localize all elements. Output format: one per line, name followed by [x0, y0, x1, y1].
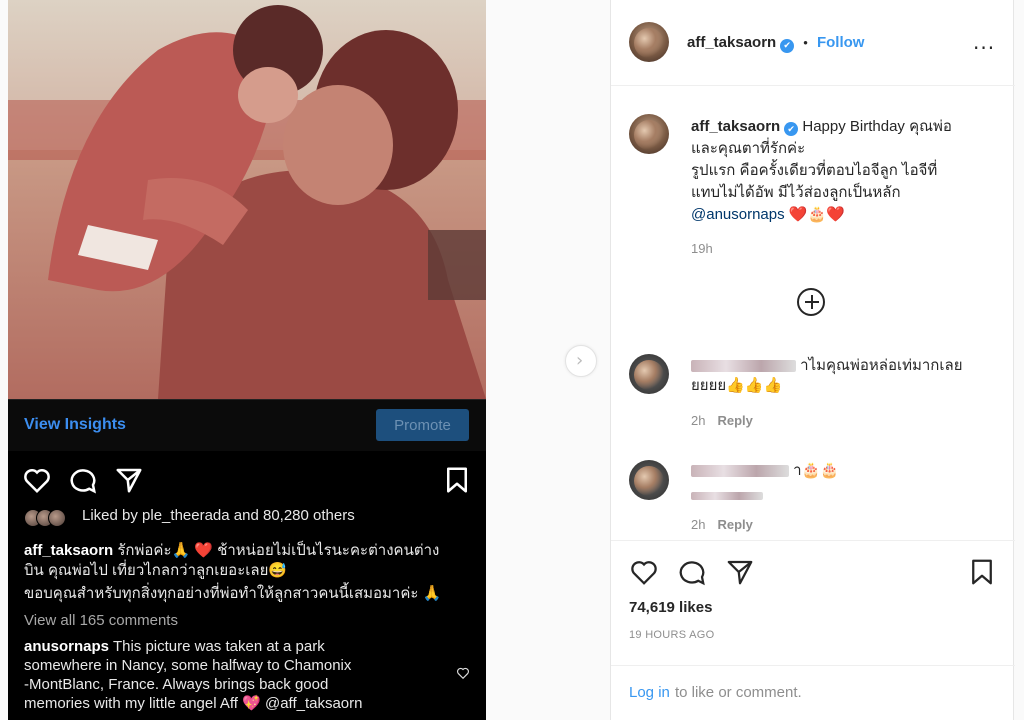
avatar[interactable] [629, 114, 669, 154]
phone-comment-line: -MontBlanc, France. Always brings back g… [24, 676, 329, 693]
chevron-right-icon: › [576, 350, 584, 371]
comment-time: 2h [691, 413, 706, 428]
comment-text: This picture was taken at a park [112, 638, 325, 655]
photo-illustration [8, 0, 486, 399]
post-header: aff_taksaorn ✔ • Follow ... [611, 0, 1015, 86]
caption-username[interactable]: aff_taksaorn [24, 542, 113, 559]
phone-caption-line: ขอบคุณสำหรับทุกสิ่งทุกอย่างที่พ่อทำให้ลู… [24, 585, 442, 602]
login-text: Log in to like or comment. [629, 682, 802, 701]
login-rest-text: to like or comment. [674, 684, 802, 701]
redacted-text [691, 491, 763, 500]
header-user-row: aff_taksaorn ✔ • Follow [687, 32, 864, 53]
avatar[interactable] [629, 460, 669, 500]
caption-line: aff_taksaorn ✔ Happy Birthday คุณพ่อ [691, 116, 991, 138]
follow-button[interactable]: Follow [817, 34, 865, 51]
phone-comment-line: somewhere in Nancy, some halfway to Cham… [24, 657, 352, 674]
post-caption: aff_taksaorn ✔ Happy Birthday คุณพ่อ และค… [691, 116, 991, 260]
post-image: View Insights Promote Liked by ple_theer… [8, 0, 486, 720]
caption-line: รูปแรก คือครั้งเดียวที่ตอบไอจีลูก ไอจีที… [691, 162, 938, 179]
vintage-photo [8, 0, 486, 399]
post-timestamp: 19 HOURS AGO [629, 629, 715, 641]
comment-line: ยยยย👍👍👍 [691, 377, 783, 394]
bookmark-icon[interactable] [967, 557, 997, 587]
phone-caption-line: aff_taksaorn รักพ่อค่ะ🙏 ❤️ ช้าหน่อยไม่เป… [24, 541, 439, 560]
phone-caption-line: บิน คุณพ่อไป เที่ยวไกลกว่าลูกเยอะเลย😅 [24, 562, 288, 579]
redacted-username [691, 360, 796, 373]
comment-line: า🎂🎂 [691, 461, 991, 481]
liked-by-text[interactable]: Liked by ple_theerada and 80,280 others [82, 507, 355, 524]
avatar [48, 509, 66, 527]
caption-line: และคุณตาที่รักค่ะ [691, 140, 806, 157]
comment-item: าไมคุณพ่อหล่อเท่มากเลย ยยยย👍👍👍 2h Reply [691, 356, 991, 429]
view-insights-link[interactable]: View Insights [24, 416, 126, 434]
share-icon[interactable] [114, 465, 144, 495]
avatar[interactable] [629, 22, 669, 62]
reply-button[interactable]: Reply [717, 517, 752, 532]
caption-text: รักพ่อค่ะ🙏 ❤️ ช้าหน่อยไม่เป็นไรนะคะต่างค… [117, 542, 440, 559]
comment-icon[interactable] [68, 465, 98, 495]
promote-button[interactable]: Promote [376, 409, 469, 441]
login-prompt: Log in to like or comment. [611, 665, 1015, 720]
insights-bar: View Insights Promote [8, 399, 486, 451]
share-icon[interactable] [725, 557, 755, 587]
bookmark-icon[interactable] [442, 465, 472, 495]
phone-comment-line: anusornaps This picture was taken at a p… [24, 637, 325, 656]
comment-line [691, 485, 991, 504]
header-username[interactable]: aff_taksaorn [687, 34, 776, 51]
comment-icon[interactable] [677, 557, 707, 587]
liker-avatars [24, 509, 76, 527]
phone-comment-line: memories with my little angel Aff 💖 @aff… [24, 695, 363, 712]
comment-meta: 2h Reply [691, 514, 991, 533]
comment-line: าไมคุณพ่อหล่อเท่มากเลย [691, 356, 991, 376]
heart-icon[interactable] [629, 557, 659, 587]
caption-line: @anusornaps ❤️🎂❤️ [691, 204, 991, 226]
login-link[interactable]: Log in [629, 684, 670, 701]
avatar[interactable] [629, 354, 669, 394]
view-all-comments-link[interactable]: View all 165 comments [24, 611, 178, 630]
likes-count[interactable]: 74,619 likes [629, 599, 712, 616]
verified-badge-icon: ✔ [780, 39, 795, 53]
caption-text: Happy Birthday คุณพ่อ [802, 118, 952, 135]
heart-icon[interactable] [456, 666, 470, 680]
phone-action-bar [8, 460, 486, 500]
instagram-post-page: View Insights Promote Liked by ple_theer… [0, 0, 1024, 720]
reply-button[interactable]: Reply [717, 413, 752, 428]
separator-dot: • [803, 35, 808, 50]
comment-text: า🎂🎂 [793, 462, 839, 479]
caption-line: แทบไม่ได้อัพ มีไว้ส่องลูกเป็นหลัก [691, 184, 901, 201]
caption-username[interactable]: aff_taksaorn [691, 118, 780, 135]
comment-meta: 2h Reply [691, 410, 991, 429]
plus-circle-icon[interactable] [797, 288, 825, 316]
comment-text: าไมคุณพ่อหล่อเท่มากเลย [800, 357, 963, 374]
mention-link[interactable]: @anusornaps [691, 206, 785, 223]
comment-time: 2h [691, 517, 706, 532]
heart-icon[interactable] [22, 465, 52, 495]
caption-time: 19h [691, 241, 713, 256]
redacted-username [691, 465, 789, 478]
post-details-panel: aff_taksaorn ✔ • Follow ... aff_taksaorn ✔… [610, 0, 1015, 720]
next-post-button[interactable]: › [565, 345, 597, 377]
caption-emojis: ❤️🎂❤️ [788, 206, 845, 223]
verified-badge-icon: ✔ [784, 122, 799, 136]
comment-username[interactable]: anusornaps [24, 638, 109, 655]
more-options-icon[interactable]: ... [973, 30, 995, 54]
comment-item: า🎂🎂 2h Reply [691, 461, 991, 533]
